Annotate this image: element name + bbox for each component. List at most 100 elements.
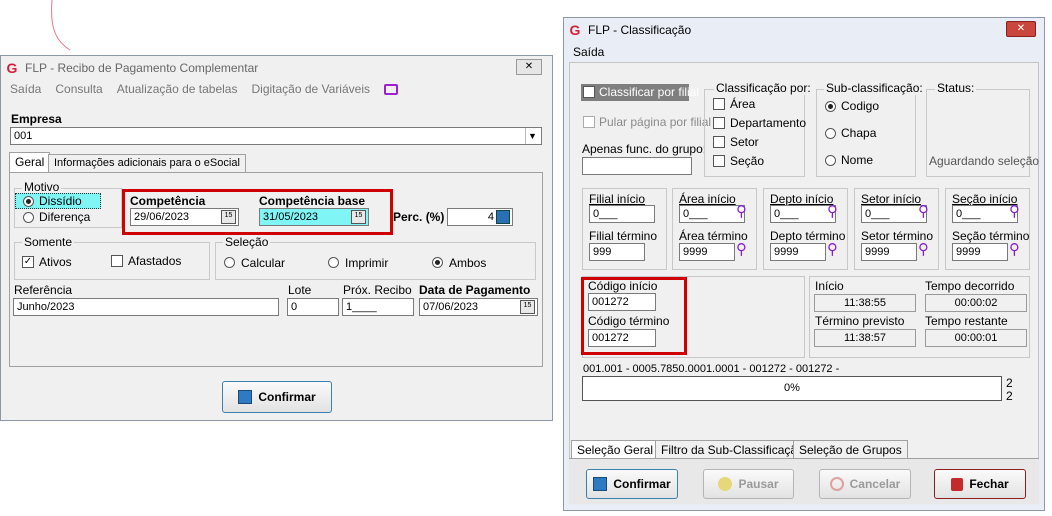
tab-filtro-label: Filtro da Sub-Classificação [661, 443, 804, 457]
search-icon[interactable]: ⚲ [827, 202, 838, 220]
chevron-down-icon[interactable]: ▼ [525, 128, 539, 144]
tab-filtro-sub-classificacao[interactable]: Filtro da Sub-Classificação [655, 440, 810, 458]
range-start-value: 0___ [593, 208, 618, 220]
range-end-value: 999 [593, 246, 612, 258]
range-end-input[interactable]: 9999 [770, 243, 826, 261]
tab-esocial-label: Informações adicionais para o eSocial [54, 157, 240, 169]
lote-input[interactable]: 0 [287, 298, 339, 316]
prox-recibo-input[interactable]: 1____ [342, 298, 414, 316]
calculator-icon[interactable] [496, 210, 510, 224]
tab-selecao-geral[interactable]: Seleção Geral [571, 440, 660, 460]
range-end-value: 9999 [683, 246, 708, 258]
range-end-input[interactable]: 9999 [679, 243, 735, 261]
departamento-checkbox[interactable] [713, 117, 725, 129]
secao-label: Seção [730, 154, 765, 168]
classificacao-menubar: Saída [564, 45, 1044, 59]
range-end-input[interactable]: 9999 [861, 243, 917, 261]
data-pagamento-input[interactable]: 07/06/2023 15 [419, 298, 538, 316]
sub-codigo-radio[interactable] [825, 101, 836, 112]
search-icon[interactable]: ⚲ [736, 240, 747, 258]
status-label: Status: [935, 81, 977, 95]
ativos-label: Ativos [39, 255, 72, 269]
sub-chapa-radio[interactable] [825, 128, 836, 139]
monitor-icon[interactable] [384, 84, 398, 95]
range-end-label: Filial término [589, 229, 658, 243]
menu-atualizacao[interactable]: Atualização de tabelas [117, 82, 238, 96]
range-start-input[interactable]: 0___ [589, 205, 655, 223]
range-end-input[interactable]: 9999 [952, 243, 1008, 261]
confirm-button[interactable]: Confirmar [222, 381, 332, 413]
highlight-codigo [581, 277, 687, 355]
apenas-func-input[interactable] [582, 157, 692, 175]
secao-checkbox[interactable] [713, 155, 725, 167]
referencia-input[interactable]: Junho/2023 [13, 298, 279, 316]
termino-previsto-label: Término previsto [815, 314, 905, 328]
progress-caption: 001.001 - 0005.7850.0001.0001 - 001272 -… [583, 363, 840, 375]
perc-input[interactable]: 4 [447, 208, 513, 226]
fechar-button[interactable]: Fechar [934, 469, 1026, 499]
sub-nome-radio[interactable] [825, 155, 836, 166]
menu-consulta[interactable]: Consulta [55, 82, 102, 96]
range-start-label: Setor início [861, 192, 922, 206]
setor-checkbox[interactable] [713, 136, 725, 148]
data-pagamento-label: Data de Pagamento [419, 283, 531, 297]
classificacao-titlebar: G FLP - Classificação ✕ [564, 18, 1044, 42]
area-label: Área [730, 97, 756, 111]
background-curve [51, 0, 71, 51]
tab-selecao-grupos[interactable]: Seleção de Grupos [793, 440, 908, 458]
apenas-func-label: Apenas func. do grupo: [582, 142, 707, 156]
range-start-label: Filial início [589, 192, 646, 206]
classificar-filial-label: Classificar por filial [599, 85, 700, 99]
window-title: FLP - Recibo de Pagamento Complementar [25, 61, 259, 75]
termino-previsto-value: 11:38:57 [814, 329, 916, 347]
referencia-label: Referência [14, 283, 73, 297]
data-pagamento-value: 07/06/2023 [423, 301, 479, 313]
cancelar-button[interactable]: Cancelar [819, 469, 911, 499]
side-number-bottom: 2 [1006, 389, 1013, 403]
tab-geral[interactable]: Geral [9, 152, 51, 173]
search-icon[interactable]: ⚲ [918, 202, 929, 220]
selecao-ambos-radio[interactable] [432, 257, 443, 268]
empresa-select[interactable]: 001 ▼ [10, 127, 542, 145]
tab-geral-label: Geral [15, 155, 45, 169]
calendar-icon[interactable]: 15 [520, 300, 535, 314]
close-button[interactable]: ✕ [516, 59, 542, 75]
search-icon[interactable]: ⚲ [1009, 240, 1020, 258]
perc-value: 4 [487, 211, 494, 223]
menu-saida[interactable]: Saída [10, 82, 41, 96]
fechar-label: Fechar [969, 477, 1009, 491]
menu-saida[interactable]: Saída [573, 45, 604, 59]
lote-label: Lote [288, 283, 312, 297]
motivo-dissidio-radio[interactable] [23, 196, 34, 207]
classificar-filial-checkbox[interactable] [583, 86, 595, 98]
motivo-diferenca-label: Diferença [39, 210, 91, 224]
menu-digitacao[interactable]: Digitação de Variáveis [251, 82, 370, 96]
classificacao-window: G FLP - Classificação ✕ Saída Classifica… [563, 17, 1045, 511]
tab-grupos-label: Seleção de Grupos [799, 443, 902, 457]
tempo-decorrido-label: Tempo decorrido [925, 279, 1015, 293]
motivo-diferenca-radio[interactable] [23, 212, 34, 223]
range-end-value: 9999 [774, 246, 799, 258]
range-end-input[interactable]: 999 [589, 243, 645, 261]
pular-pagina-checkbox[interactable] [583, 116, 595, 128]
range-start-value: 0___ [683, 208, 708, 220]
selecao-calcular-radio[interactable] [224, 257, 235, 268]
search-icon[interactable]: ⚲ [918, 240, 929, 258]
tempo-restante-label: Tempo restante [925, 314, 1008, 328]
confirm-button-label: Confirmar [258, 390, 316, 404]
confirmar-button[interactable]: Confirmar [586, 469, 678, 499]
area-checkbox[interactable] [713, 98, 725, 110]
afastados-checkbox[interactable] [111, 255, 123, 267]
ativos-checkbox[interactable]: ✓ [22, 256, 34, 268]
search-icon[interactable]: ⚲ [736, 202, 747, 220]
tab-esocial[interactable]: Informações adicionais para o eSocial [48, 154, 246, 173]
range-start-value: 0___ [956, 208, 981, 220]
selecao-imprimir-radio[interactable] [328, 257, 339, 268]
tab-selecao-geral-label: Seleção Geral [577, 443, 654, 457]
search-icon[interactable]: ⚲ [827, 240, 838, 258]
close-button[interactable]: ✕ [1006, 21, 1036, 37]
search-icon[interactable]: ⚲ [1009, 202, 1020, 220]
sub-classificacao-label: Sub-classificação: [824, 81, 925, 95]
pausar-button[interactable]: Pausar [703, 469, 794, 499]
perc-label: Perc. (%) [393, 210, 445, 224]
